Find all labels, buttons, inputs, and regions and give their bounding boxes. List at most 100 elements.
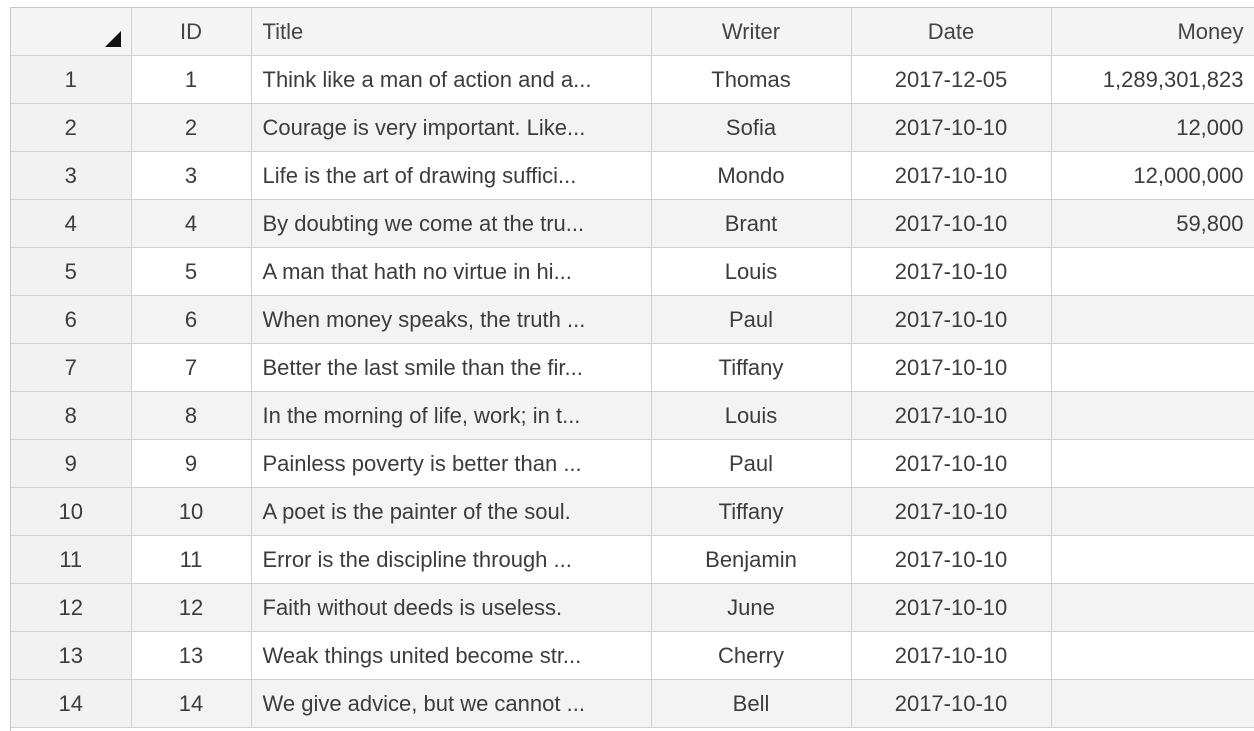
table-row[interactable]: 13 13 Weak things united become str... Cher… (11, 631, 1254, 680)
row-number-cell[interactable]: 2 (11, 103, 132, 152)
column-header-money[interactable]: Money (1051, 8, 1254, 56)
money-cell[interactable] (1051, 391, 1254, 440)
money-cell[interactable]: 59,800 (1051, 199, 1254, 248)
title-cell[interactable]: Think like a man of action and a... (251, 55, 652, 104)
date-cell[interactable]: 2017-12-05 (851, 55, 1052, 104)
row-number-cell[interactable]: 13 (11, 631, 132, 680)
date-cell[interactable]: 2017-10-10 (851, 631, 1052, 680)
column-header-id[interactable]: ID (131, 8, 252, 56)
title-cell[interactable]: Courage is very important. Like... (251, 103, 652, 152)
date-cell[interactable]: 2017-10-10 (851, 583, 1052, 632)
date-cell[interactable]: 2017-10-10 (851, 439, 1052, 488)
title-cell[interactable]: Painless poverty is better than ... (251, 439, 652, 488)
table-row[interactable]: 2 2 Courage is very important. Like... Sofi… (11, 103, 1254, 152)
money-cell[interactable] (1051, 295, 1254, 344)
row-number-cell[interactable]: 9 (11, 439, 132, 488)
select-all-corner[interactable] (11, 8, 132, 56)
date-cell[interactable]: 2017-10-10 (851, 295, 1052, 344)
title-cell[interactable]: When money speaks, the truth ... (251, 295, 652, 344)
title-cell[interactable]: Life is the art of drawing suffici... (251, 151, 652, 200)
table-row[interactable]: 1 1 Think like a man of action and a... Tho… (11, 55, 1254, 104)
table-row[interactable]: 11 11 Error is the discipline through ... B… (11, 535, 1254, 584)
date-cell[interactable]: 2017-10-10 (851, 103, 1052, 152)
id-cell[interactable]: 7 (131, 343, 252, 392)
money-cell[interactable] (1051, 583, 1254, 632)
writer-cell[interactable]: Brant (651, 199, 852, 248)
column-header-title[interactable]: Title (251, 8, 652, 56)
id-cell[interactable]: 3 (131, 151, 252, 200)
money-cell[interactable] (1051, 679, 1254, 728)
writer-cell[interactable]: Tiffany (651, 487, 852, 536)
row-number-cell[interactable]: 14 (11, 679, 132, 728)
id-cell[interactable]: 10 (131, 487, 252, 536)
title-cell[interactable]: We give advice, but we cannot ... (251, 679, 652, 728)
table-row[interactable]: 14 14 We give advice, but we cannot ... Bel… (11, 679, 1254, 728)
title-cell[interactable]: A man that hath no virtue in hi... (251, 247, 652, 296)
title-cell[interactable]: Faith without deeds is useless. (251, 583, 652, 632)
row-number-cell[interactable]: 10 (11, 487, 132, 536)
money-cell[interactable] (1051, 343, 1254, 392)
row-number-cell[interactable]: 6 (11, 295, 132, 344)
money-cell[interactable]: 1,289,301,823 (1051, 55, 1254, 104)
date-cell[interactable]: 2017-10-10 (851, 535, 1052, 584)
table-row[interactable]: 3 3 Life is the art of drawing suffici... M… (11, 151, 1254, 200)
id-cell[interactable]: 6 (131, 295, 252, 344)
id-cell[interactable]: 14 (131, 679, 252, 728)
id-cell[interactable]: 8 (131, 391, 252, 440)
money-cell[interactable] (1051, 631, 1254, 680)
title-cell[interactable]: Better the last smile than the fir... (251, 343, 652, 392)
money-cell[interactable] (1051, 247, 1254, 296)
writer-cell[interactable]: Mondo (651, 151, 852, 200)
writer-cell[interactable]: Cherry (651, 631, 852, 680)
row-number-cell[interactable]: 12 (11, 583, 132, 632)
title-cell[interactable]: Error is the discipline through ... (251, 535, 652, 584)
id-cell[interactable]: 9 (131, 439, 252, 488)
writer-cell[interactable]: Sofia (651, 103, 852, 152)
table-row[interactable]: 6 6 When money speaks, the truth ... Paul 20… (11, 295, 1254, 344)
row-number-cell[interactable]: 11 (11, 535, 132, 584)
writer-cell[interactable]: Paul (651, 439, 852, 488)
writer-cell[interactable]: June (651, 583, 852, 632)
table-row[interactable]: 7 7 Better the last smile than the fir... T… (11, 343, 1254, 392)
id-cell[interactable]: 1 (131, 55, 252, 104)
writer-cell[interactable]: Paul (651, 295, 852, 344)
column-header-writer[interactable]: Writer (651, 8, 852, 56)
table-row[interactable]: 12 12 Faith without deeds is useless. June 2… (11, 583, 1254, 632)
date-cell[interactable]: 2017-10-10 (851, 391, 1052, 440)
date-cell[interactable]: 2017-10-10 (851, 487, 1052, 536)
table-row[interactable]: 9 9 Painless poverty is better than ... Pau… (11, 439, 1254, 488)
row-number-cell[interactable]: 7 (11, 343, 132, 392)
table-row[interactable]: 4 4 By doubting we come at the tru... Brant… (11, 199, 1254, 248)
money-cell[interactable] (1051, 487, 1254, 536)
row-number-cell[interactable]: 1 (11, 55, 132, 104)
row-number-cell[interactable]: 8 (11, 391, 132, 440)
row-number-cell[interactable]: 5 (11, 247, 132, 296)
column-header-date[interactable]: Date (851, 8, 1052, 56)
writer-cell[interactable]: Louis (651, 391, 852, 440)
title-cell[interactable]: By doubting we come at the tru... (251, 199, 652, 248)
date-cell[interactable]: 2017-10-10 (851, 151, 1052, 200)
date-cell[interactable]: 2017-10-10 (851, 247, 1052, 296)
title-cell[interactable]: A poet is the painter of the soul. (251, 487, 652, 536)
money-cell[interactable] (1051, 535, 1254, 584)
id-cell[interactable]: 12 (131, 583, 252, 632)
id-cell[interactable]: 5 (131, 247, 252, 296)
id-cell[interactable]: 11 (131, 535, 252, 584)
writer-cell[interactable]: Benjamin (651, 535, 852, 584)
row-number-cell[interactable]: 4 (11, 199, 132, 248)
writer-cell[interactable]: Louis (651, 247, 852, 296)
title-cell[interactable]: Weak things united become str... (251, 631, 652, 680)
money-cell[interactable]: 12,000,000 (1051, 151, 1254, 200)
row-number-cell[interactable]: 3 (11, 151, 132, 200)
id-cell[interactable]: 4 (131, 199, 252, 248)
writer-cell[interactable]: Thomas (651, 55, 852, 104)
id-cell[interactable]: 13 (131, 631, 252, 680)
writer-cell[interactable]: Bell (651, 679, 852, 728)
id-cell[interactable]: 2 (131, 103, 252, 152)
table-row[interactable]: 10 10 A poet is the painter of the soul. Ti… (11, 487, 1254, 536)
table-row[interactable]: 55A man that hath no virtue in hi... Loui… (11, 247, 1254, 296)
title-cell[interactable]: In the morning of life, work; in t... (251, 391, 652, 440)
date-cell[interactable]: 2017-10-10 (851, 199, 1052, 248)
table-row[interactable]: 8 8 In the morning of life, work; in t... L… (11, 391, 1254, 440)
date-cell[interactable]: 2017-10-10 (851, 679, 1052, 728)
